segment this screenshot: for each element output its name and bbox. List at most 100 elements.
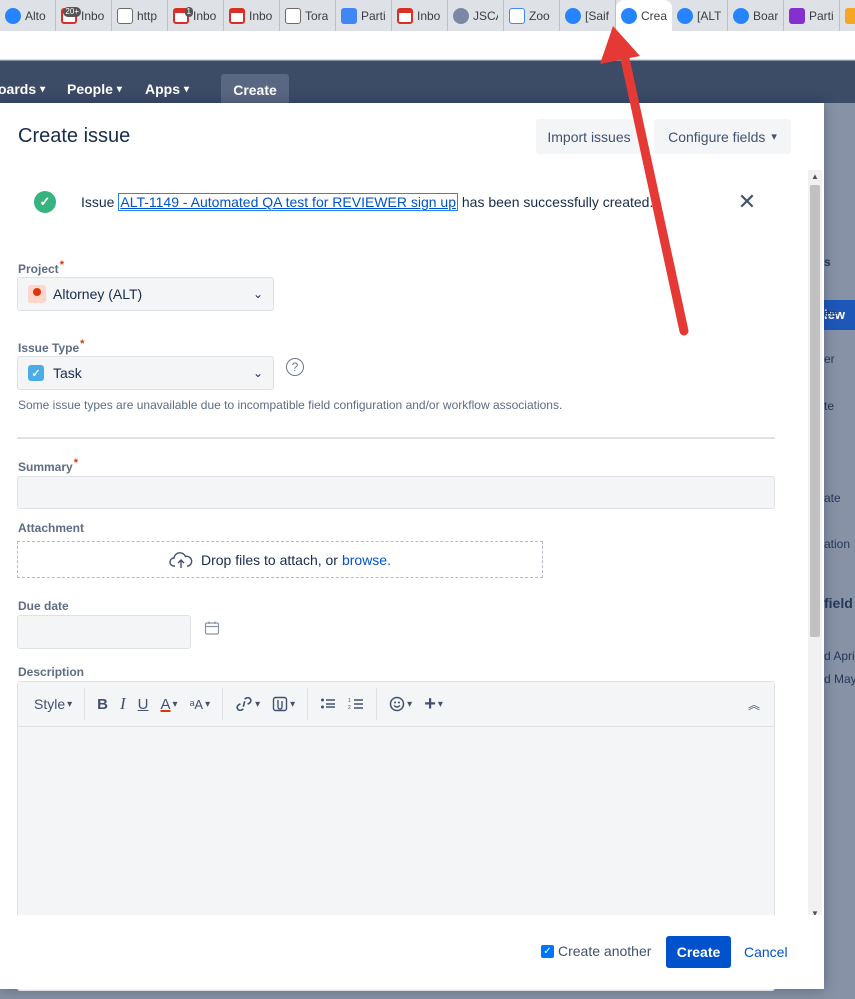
- created-issue-link[interactable]: ALT-1149 - Automated QA test for REVIEWE…: [118, 193, 458, 211]
- emoji-button[interactable]: ▾: [383, 689, 418, 719]
- browser-tab[interactable]: Zoo: [504, 0, 560, 31]
- insert-more-button[interactable]: + ▾: [418, 689, 449, 719]
- jira-icon: [5, 7, 21, 24]
- numbered-list-icon: 12: [348, 698, 364, 711]
- browser-tab[interactable]: Crea: [616, 0, 672, 31]
- browser-tab[interactable]: Boar: [728, 0, 784, 31]
- browser-tab[interactable]: Parti: [336, 0, 392, 31]
- browser-tab[interactable]: http: [112, 0, 168, 31]
- numbered-list-button[interactable]: 12: [342, 689, 370, 719]
- scroll-thumb[interactable]: [810, 185, 820, 637]
- drop-files-text: Drop files to attach, or: [201, 551, 338, 568]
- project-select[interactable]: Altorney (ALT) ⌄: [17, 277, 274, 311]
- browser-tab[interactable]: Inbo: [392, 0, 448, 31]
- italic-button[interactable]: I: [114, 689, 132, 719]
- address-input[interactable]: [6, 34, 849, 56]
- style-label: Style: [34, 696, 66, 712]
- svg-text:1: 1: [348, 698, 351, 704]
- bg-text: d April: [824, 649, 855, 663]
- browse-link[interactable]: browse.: [342, 552, 391, 568]
- gmail-icon: [229, 7, 245, 24]
- toolbar-separator: [222, 688, 224, 720]
- configure-fields-label: Configure fields: [668, 128, 766, 145]
- success-suffix: has been successfully created.: [461, 194, 654, 210]
- due-date-input[interactable]: [17, 615, 191, 649]
- collapse-toolbar-button[interactable]: ︽: [742, 689, 766, 719]
- nav-create-button[interactable]: Create: [221, 74, 289, 106]
- nav-apps-label: Apps: [145, 81, 180, 97]
- checkbox-checked-icon[interactable]: ✓: [541, 944, 554, 958]
- help-icon[interactable]: ?: [286, 358, 304, 376]
- browser-tab[interactable]: Tora: [280, 0, 336, 31]
- bg-text: er: [824, 352, 835, 366]
- required-marker: *: [80, 338, 85, 350]
- nav-people[interactable]: People ▾: [67, 75, 122, 103]
- browser-tab[interactable]: C: [840, 0, 855, 31]
- forms-icon: [789, 7, 805, 24]
- double-chevron-up-icon: ︽: [747, 697, 760, 712]
- required-marker: *: [59, 259, 64, 271]
- toolbar-separator: [376, 688, 378, 720]
- attachment-dropzone[interactable]: Drop files to attach, or browse.: [17, 541, 543, 578]
- create-another-checkbox[interactable]: ✓ Create another: [541, 943, 651, 959]
- project-label-text: Project: [18, 262, 59, 276]
- bold-button[interactable]: B: [91, 689, 114, 719]
- bg-text: d May: [824, 672, 855, 686]
- text-style-dropdown[interactable]: Style ▾: [28, 689, 78, 719]
- jira-icon: [565, 7, 581, 24]
- nav-apps[interactable]: Apps ▾: [145, 75, 189, 103]
- chevron-down-icon: ⌄: [252, 287, 263, 301]
- issue-type-select[interactable]: ✓ Task ⌄: [17, 356, 274, 390]
- calendar-icon: [509, 7, 525, 24]
- more-formatting-button[interactable]: ᵃA ▾: [184, 689, 217, 719]
- summary-input[interactable]: [17, 476, 775, 509]
- chevron-down-icon: ▾: [40, 83, 46, 95]
- close-icon[interactable]: ✕: [735, 189, 759, 215]
- calendar-icon[interactable]: [204, 620, 220, 636]
- browser-tab[interactable]: [Saif: [560, 0, 616, 31]
- jira-icon: [621, 7, 637, 24]
- browser-tab-label: Zoo: [529, 8, 550, 23]
- create-button[interactable]: Create: [666, 936, 731, 968]
- browser-tab-strip: Alto 20+ Inbo http 1 Inbo Inbo Tora Parti Inbo JSC…: [0, 0, 855, 31]
- browser-tab-label: Parti: [361, 8, 386, 23]
- link-button[interactable]: ▾: [229, 689, 266, 719]
- browser-tab-label: Crea: [641, 8, 667, 23]
- summary-label: Summary*: [18, 457, 78, 474]
- background-page: iew s ee er te ate ation field d April d…: [824, 103, 855, 999]
- toolbar-separator: [307, 688, 309, 720]
- tab-badge: 20+: [63, 6, 81, 17]
- browser-tab[interactable]: 1 Inbo: [168, 0, 224, 31]
- browser-tab-label: Parti: [809, 8, 834, 23]
- bullet-list-button[interactable]: [314, 689, 342, 719]
- chevron-down-icon: ▾: [116, 83, 122, 95]
- browser-tab-label: http: [137, 8, 158, 23]
- plus-icon: +: [424, 692, 436, 715]
- scroll-up-icon[interactable]: ▲: [811, 172, 819, 181]
- section-divider: [17, 437, 775, 439]
- docs-icon: [341, 7, 357, 24]
- dialog-scrollbar[interactable]: ▲ ▼: [808, 170, 822, 920]
- success-message: ✓ Issue ALT-1149 - Automated QA test for…: [18, 185, 778, 219]
- attachment-button[interactable]: ▾: [266, 689, 301, 719]
- configure-fields-button[interactable]: Configure fields ▾: [654, 119, 791, 154]
- import-issues-button[interactable]: Import issues: [536, 119, 642, 154]
- browser-tab[interactable]: JSCA: [448, 0, 504, 31]
- browser-tab[interactable]: Inbo: [224, 0, 280, 31]
- nav-boards[interactable]: oards ▾: [0, 75, 45, 103]
- browser-tab[interactable]: [ALT: [672, 0, 728, 31]
- text-color-button[interactable]: A ▾: [155, 689, 184, 719]
- underline-button[interactable]: U: [132, 689, 155, 719]
- browser-tab-label: Inbo: [193, 8, 217, 23]
- browser-tab[interactable]: Alto: [0, 0, 56, 31]
- description-label: Description: [18, 665, 85, 679]
- cancel-button[interactable]: Cancel: [744, 936, 788, 968]
- nav-boards-label: oards: [0, 81, 37, 97]
- issue-type-value: Task: [53, 365, 82, 381]
- bg-text: te: [824, 399, 835, 413]
- browser-tab[interactable]: Parti: [784, 0, 840, 31]
- browser-tab-label: Inbo: [81, 8, 105, 23]
- browser-address-bar[interactable]: [0, 31, 855, 60]
- browser-tab[interactable]: 20+ Inbo: [56, 0, 112, 31]
- svg-text:2: 2: [348, 705, 351, 711]
